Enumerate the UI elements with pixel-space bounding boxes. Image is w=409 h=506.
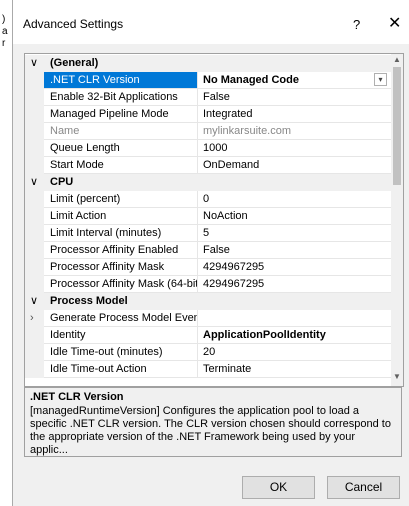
row-margin (25, 208, 44, 225)
scroll-down-icon[interactable]: ▼ (393, 372, 401, 381)
category-label: CPU (50, 176, 74, 188)
category-label: (General) (50, 57, 99, 69)
category-row[interactable]: ∨ CPU (25, 174, 391, 191)
expand-chevron-icon[interactable]: › (30, 310, 34, 327)
background-window-strip: a r ) (0, 0, 12, 506)
property-row[interactable]: Start Mode OnDemand (25, 157, 391, 174)
property-row[interactable]: Idle Time-out (minutes) 20 (25, 344, 391, 361)
description-title: .NET CLR Version (30, 391, 124, 403)
collapse-chevron-icon[interactable]: ∨ (30, 174, 38, 191)
title-bar[interactable]: Advanced Settings ? ✕ (13, 0, 409, 44)
property-value[interactable]: 4294967295 (198, 276, 391, 293)
dialog-title: Advanced Settings (23, 17, 124, 31)
row-margin (25, 310, 44, 327)
property-name[interactable]: Start Mode (44, 157, 198, 174)
property-name[interactable]: Limit (percent) (44, 191, 198, 208)
property-value[interactable] (198, 310, 391, 327)
property-value[interactable]: No Managed Code (198, 72, 391, 89)
row-margin (25, 191, 44, 208)
property-row[interactable]: Limit Interval (minutes) 5 (25, 225, 391, 242)
row-margin (25, 123, 44, 140)
property-name[interactable]: Managed Pipeline Mode (44, 106, 198, 123)
category-row[interactable]: ∨ Process Model (25, 293, 391, 310)
category-label: Process Model (50, 295, 128, 307)
row-margin (25, 259, 44, 276)
collapse-chevron-icon[interactable]: ∨ (30, 293, 38, 310)
property-value[interactable]: OnDemand (198, 157, 391, 174)
row-margin (25, 361, 44, 378)
row-margin (25, 225, 44, 242)
row-margin (25, 157, 44, 174)
row-margin (25, 140, 44, 157)
property-value[interactable]: ApplicationPoolIdentity (198, 327, 391, 344)
property-row[interactable]: Processor Affinity Enabled False (25, 242, 391, 259)
category-row[interactable]: ∨ (General) (25, 55, 391, 72)
property-row[interactable]: Limit (percent) 0 (25, 191, 391, 208)
property-name[interactable]: Limit Interval (minutes) (44, 225, 198, 242)
collapse-chevron-icon[interactable]: ∨ (30, 55, 38, 72)
property-row[interactable]: › Generate Process Model Event L (25, 310, 391, 327)
scroll-up-icon[interactable]: ▲ (393, 55, 401, 64)
background-glyph: r (2, 38, 6, 49)
description-panel: .NET CLR Version [managedRuntimeVersion]… (24, 387, 402, 457)
property-value[interactable]: NoAction (198, 208, 391, 225)
property-value[interactable]: 0 (198, 191, 391, 208)
property-value[interactable]: False (198, 242, 391, 259)
ok-button[interactable]: OK (242, 476, 315, 499)
row-margin (25, 344, 44, 361)
property-name[interactable]: Idle Time-out (minutes) (44, 344, 198, 361)
property-value[interactable]: False (198, 89, 391, 106)
help-button[interactable]: ? (353, 17, 360, 32)
property-name[interactable]: Generate Process Model Event L (44, 310, 198, 327)
property-row[interactable]: Enable 32-Bit Applications False (25, 89, 391, 106)
property-value[interactable]: Terminate (198, 361, 391, 378)
property-name[interactable]: Processor Affinity Enabled (44, 242, 198, 259)
property-name[interactable]: .NET CLR Version (44, 72, 198, 89)
vertical-scrollbar[interactable]: ▲ ▼ (391, 54, 403, 386)
scroll-thumb[interactable] (393, 67, 401, 185)
property-row[interactable]: Identity ApplicationPoolIdentity (25, 327, 391, 344)
cancel-button[interactable]: Cancel (327, 476, 400, 499)
close-icon[interactable]: ✕ (388, 13, 401, 33)
property-name[interactable]: Limit Action (44, 208, 198, 225)
row-margin (25, 242, 44, 259)
property-name[interactable]: Queue Length (44, 140, 198, 157)
property-row[interactable]: .NET CLR Version No Managed Code ▾ (25, 72, 391, 89)
property-value[interactable]: 4294967295 (198, 259, 391, 276)
background-glyph: ) (2, 14, 6, 25)
property-row[interactable]: Queue Length 1000 (25, 140, 391, 157)
property-value[interactable]: 20 (198, 344, 391, 361)
property-value[interactable]: Integrated (198, 106, 391, 123)
property-value[interactable]: 5 (198, 225, 391, 242)
property-row[interactable]: Name mylinkarsuite.com (25, 123, 391, 140)
property-value[interactable]: mylinkarsuite.com (198, 123, 391, 140)
property-name[interactable]: Enable 32-Bit Applications (44, 89, 198, 106)
property-value[interactable]: 1000 (198, 140, 391, 157)
row-margin (25, 89, 44, 106)
row-margin (25, 276, 44, 293)
property-name[interactable]: Idle Time-out Action (44, 361, 198, 378)
property-name[interactable]: Name (44, 123, 198, 140)
dropdown-arrow-icon[interactable]: ▾ (374, 73, 387, 86)
property-row[interactable]: Processor Affinity Mask (64-bit c 4294967… (25, 276, 391, 293)
advanced-settings-dialog: Advanced Settings ? ✕ Idle Time-out Acti… (12, 0, 409, 506)
property-name[interactable]: Processor Affinity Mask (44, 259, 198, 276)
row-margin (25, 327, 44, 344)
row-margin (25, 72, 44, 89)
property-grid[interactable]: Idle Time-out Action Terminate Idle Time-o… (24, 53, 404, 387)
row-margin (25, 106, 44, 123)
background-glyph: a (2, 26, 8, 37)
property-row[interactable]: Idle Time-out Action Terminate (25, 361, 391, 378)
property-row[interactable]: Processor Affinity Mask 4294967295 (25, 259, 391, 276)
property-name[interactable]: Identity (44, 327, 198, 344)
description-text: [managedRuntimeVersion] Configures the a… (30, 405, 391, 456)
property-row[interactable]: Limit Action NoAction (25, 208, 391, 225)
property-name[interactable]: Processor Affinity Mask (64-bit c (44, 276, 198, 293)
property-row[interactable]: Managed Pipeline Mode Integrated (25, 106, 391, 123)
